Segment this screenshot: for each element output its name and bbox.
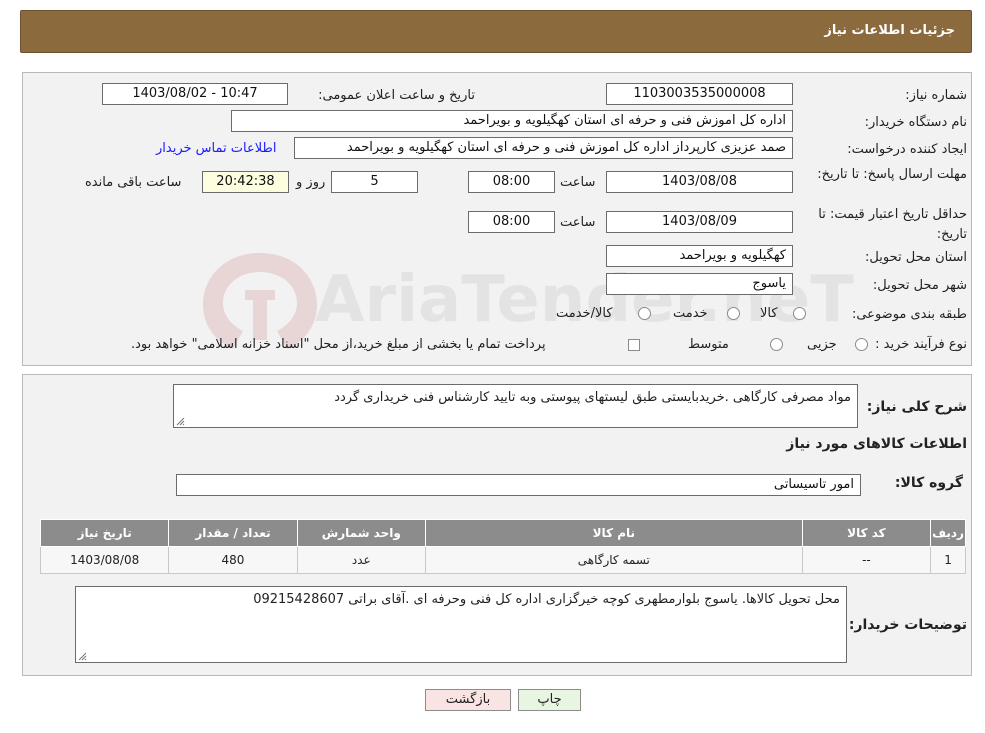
need-number-field: 1103003535000008 bbox=[606, 83, 793, 105]
page-header: جزئیات اطلاعات نیاز bbox=[20, 10, 972, 53]
group-field: امور تاسیساتی bbox=[176, 474, 861, 496]
items-table-header: ردیف کد کالا نام کالا واحد شمارش تعداد /… bbox=[39, 519, 966, 547]
process-note: پرداخت تمام یا بخشی از مبلغ خرید،از محل … bbox=[131, 337, 546, 352]
city-field: یاسوج bbox=[606, 273, 793, 295]
col-qty: تعداد / مقدار bbox=[168, 519, 298, 547]
cell-name: تسمه کارگاهی bbox=[424, 546, 803, 574]
treasury-checkbox[interactable] bbox=[628, 339, 640, 351]
process-medium-radio[interactable] bbox=[770, 338, 783, 351]
summary-text: مواد مصرفی کارگاهی .خریدبایستی طبق لیسته… bbox=[334, 390, 851, 405]
remaining-label: ساعت باقی مانده bbox=[85, 175, 182, 190]
remaining-time-field: 20:42:38 bbox=[202, 171, 289, 193]
creator-field: صمد عزیزی کارپرداز اداره کل اموزش فنی و … bbox=[294, 137, 793, 159]
buyer-org-label: نام دستگاه خریدار: bbox=[864, 115, 967, 130]
announce-field: 1403/08/02 - 10:47 bbox=[102, 83, 288, 105]
process-minor-radio[interactable] bbox=[855, 338, 868, 351]
summary-textarea: مواد مصرفی کارگاهی .خریدبایستی طبق لیسته… bbox=[173, 384, 858, 428]
category-goods-radio[interactable] bbox=[793, 307, 806, 320]
announce-label: تاریخ و ساعت اعلان عمومی: bbox=[318, 88, 475, 103]
col-date: تاریخ نیاز bbox=[39, 519, 170, 547]
process-minor-label: جزیی bbox=[807, 337, 837, 352]
deadline-date-field: 1403/08/08 bbox=[606, 171, 793, 193]
validity-time-label: ساعت bbox=[560, 215, 596, 230]
items-title: اطلاعات کالاهای مورد نیاز bbox=[786, 436, 967, 452]
cell-unit: عدد bbox=[296, 546, 426, 574]
resize-grip-icon[interactable] bbox=[176, 417, 185, 426]
city-label: شهر محل تحویل: bbox=[872, 278, 967, 293]
need-number-label: شماره نیاز: bbox=[905, 88, 967, 103]
group-label: گروه کالا: bbox=[894, 475, 963, 491]
buyer-notes-text: محل تحویل کالاها. یاسوج بلوارمطهری کوچه … bbox=[253, 592, 840, 607]
days-field: 5 bbox=[331, 171, 418, 193]
category-goods-service-label: کالا/خدمت bbox=[556, 306, 613, 321]
validity-label: حداقل تاریخ اعتبار قیمت: تا تاریخ: bbox=[818, 207, 967, 242]
back-button[interactable]: بازگشت bbox=[425, 689, 511, 711]
deadline-time-label: ساعت bbox=[560, 175, 596, 190]
contact-buyer-link[interactable]: اطلاعات تماس خریدار bbox=[156, 141, 276, 156]
cell-row: 1 bbox=[930, 546, 966, 574]
print-button[interactable]: چاپ bbox=[518, 689, 581, 711]
col-row: ردیف bbox=[930, 519, 966, 547]
deadline-label: مهلت ارسال پاسخ: تا تاریخ: bbox=[817, 167, 967, 182]
process-label: نوع فرآیند خرید : bbox=[875, 337, 967, 352]
days-label: روز و bbox=[296, 175, 326, 190]
col-name: نام کالا bbox=[424, 519, 803, 547]
col-code: کد کالا bbox=[801, 519, 932, 547]
col-unit: واحد شمارش bbox=[296, 519, 426, 547]
buyer-org-field: اداره کل اموزش فنی و حرفه ای استان کهگیل… bbox=[231, 110, 793, 132]
process-medium-label: متوسط bbox=[688, 337, 729, 352]
category-label: طبقه بندی موضوعی: bbox=[851, 307, 967, 322]
items-table: ردیف کد کالا نام کالا واحد شمارش تعداد /… bbox=[39, 519, 966, 574]
deadline-time-field: 08:00 bbox=[468, 171, 555, 193]
validity-time-field: 08:00 bbox=[468, 211, 555, 233]
cell-date: 1403/08/08 bbox=[39, 546, 170, 574]
buyer-notes-label: توضیحات خریدار: bbox=[848, 617, 967, 633]
resize-grip-icon[interactable] bbox=[78, 652, 87, 661]
category-service-radio[interactable] bbox=[727, 307, 740, 320]
page-title: جزئیات اطلاعات نیاز bbox=[824, 23, 955, 38]
category-goods-service-radio[interactable] bbox=[638, 307, 651, 320]
summary-label: شرح کلی نیاز: bbox=[866, 399, 967, 415]
buyer-notes-textarea: محل تحویل کالاها. یاسوج بلوارمطهری کوچه … bbox=[75, 586, 847, 663]
category-goods-label: کالا bbox=[760, 306, 778, 321]
validity-date-field: 1403/08/09 bbox=[606, 211, 793, 233]
category-service-label: خدمت bbox=[673, 306, 708, 321]
creator-label: ایجاد کننده درخواست: bbox=[847, 142, 967, 157]
table-row: 1 -- تسمه کارگاهی عدد 480 1403/08/08 bbox=[39, 546, 966, 574]
cell-qty: 480 bbox=[168, 546, 298, 574]
cell-code: -- bbox=[801, 546, 932, 574]
province-label: استان محل تحویل: bbox=[865, 250, 967, 265]
province-field: کهگیلویه و بویراحمد bbox=[606, 245, 793, 267]
